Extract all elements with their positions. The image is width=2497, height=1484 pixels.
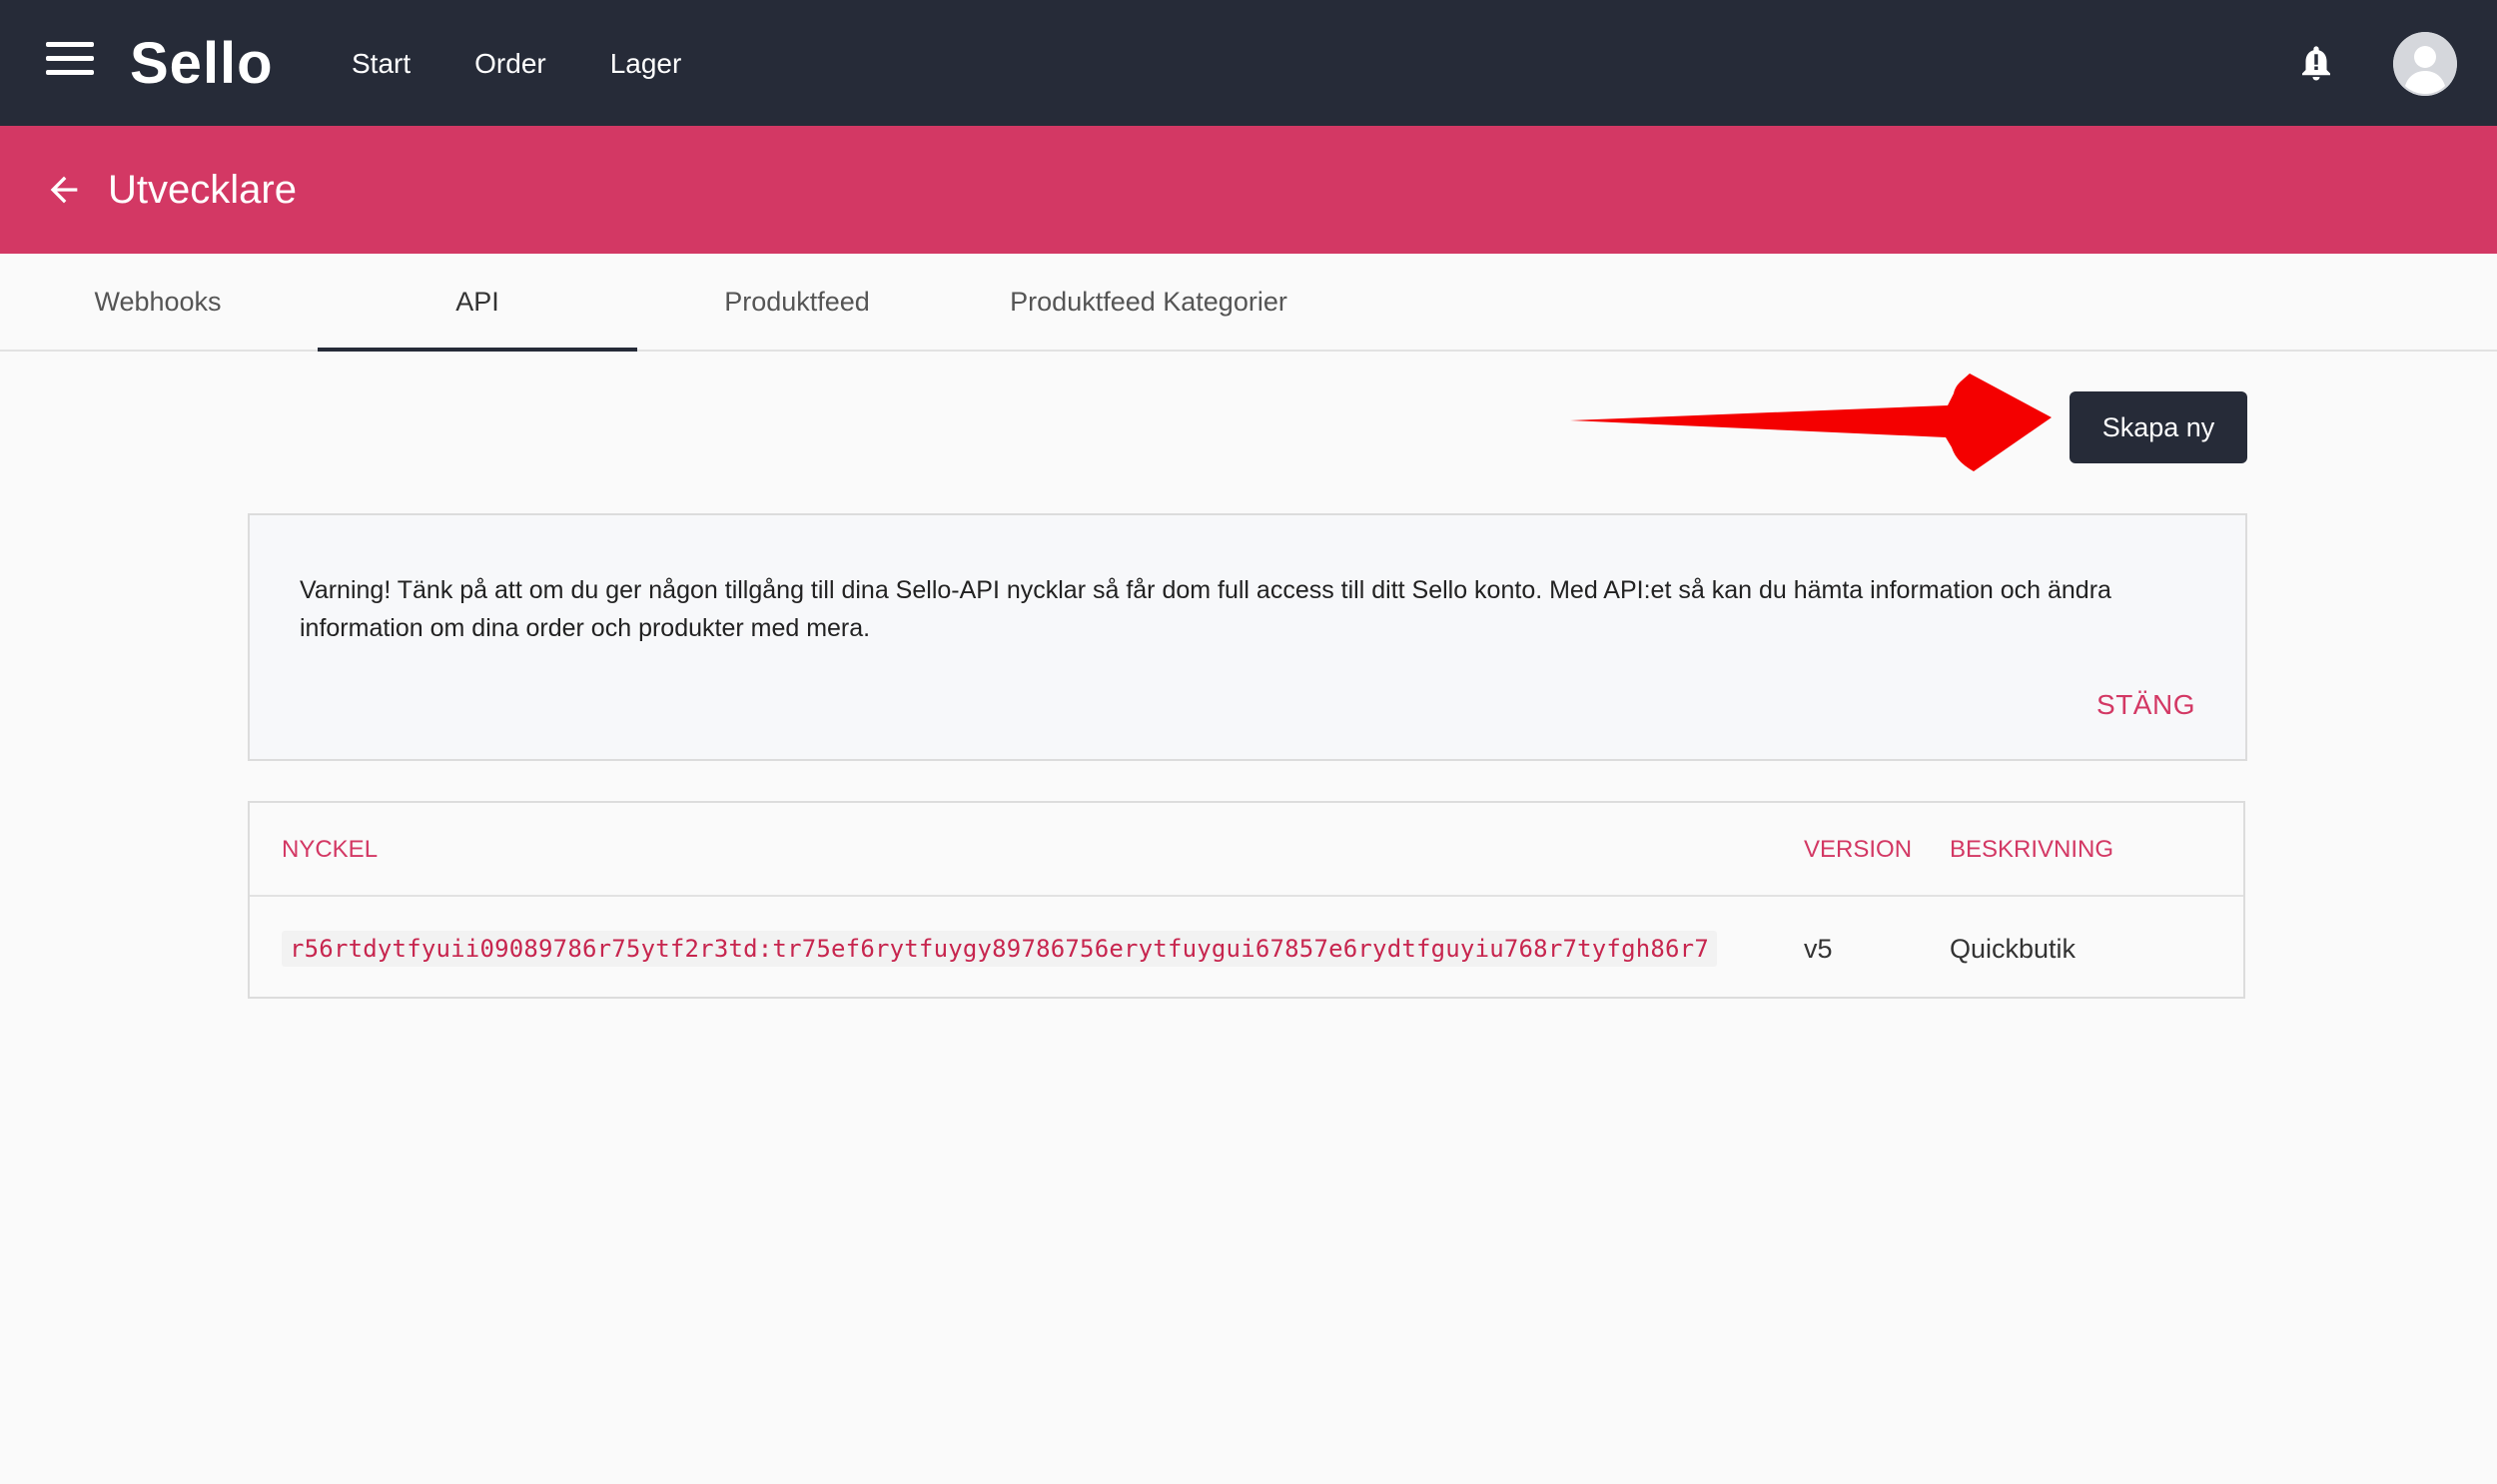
page-title: Utvecklare <box>108 168 297 212</box>
tab-produktfeed[interactable]: Produktfeed <box>677 254 917 350</box>
warning-text: Varning! Tänk på att om du ger någon til… <box>300 576 2111 642</box>
menu-icon[interactable] <box>46 42 94 86</box>
table-row[interactable]: r56rtdytfyuii09089786r75ytf2r3td:tr75ef6… <box>250 899 2243 999</box>
create-new-button[interactable]: Skapa ny <box>2070 391 2247 463</box>
avatar-icon[interactable] <box>2393 32 2457 96</box>
tab-api[interactable]: API <box>318 254 637 352</box>
column-header-description: BESKRIVNING <box>1950 836 2114 863</box>
nav-item-lager[interactable]: Lager <box>610 40 682 88</box>
column-header-version: VERSION <box>1804 836 1913 863</box>
table-header: NYCKEL VERSION BESKRIVNING <box>250 803 2243 897</box>
top-navigation-bar: Sello Start Order Lager <box>0 0 2497 126</box>
close-warning-button[interactable]: STÄNG <box>2096 689 2195 721</box>
bell-icon[interactable] <box>2295 42 2337 84</box>
api-description-value: Quickbutik <box>1950 934 2077 964</box>
brand-logo[interactable]: Sello <box>130 28 274 100</box>
tab-produktfeed-kategorier[interactable]: Produktfeed Kategorier <box>989 254 1308 350</box>
nav-item-order[interactable]: Order <box>474 40 546 88</box>
tab-bar: Webhooks API Produktfeed Produktfeed Kat… <box>0 254 2497 352</box>
api-version-value: v5 <box>1804 934 1833 964</box>
warning-card: Varning! Tänk på att om du ger någon til… <box>248 513 2247 761</box>
column-header-key: NYCKEL <box>282 836 379 863</box>
annotation-arrow-icon <box>1570 373 2052 471</box>
main-nav: Start Order Lager <box>352 40 745 88</box>
api-key-value[interactable]: r56rtdytfyuii09089786r75ytf2r3td:tr75ef6… <box>282 931 1717 967</box>
api-key-table: NYCKEL VERSION BESKRIVNING r56rtdytfyuii… <box>248 801 2245 999</box>
page: Sello Start Order Lager Utvecklare Webho… <box>0 0 2497 1484</box>
page-header: Utvecklare <box>0 126 2497 254</box>
tab-webhooks[interactable]: Webhooks <box>38 254 278 350</box>
back-arrow-icon[interactable] <box>42 170 86 210</box>
nav-item-start[interactable]: Start <box>352 40 411 88</box>
